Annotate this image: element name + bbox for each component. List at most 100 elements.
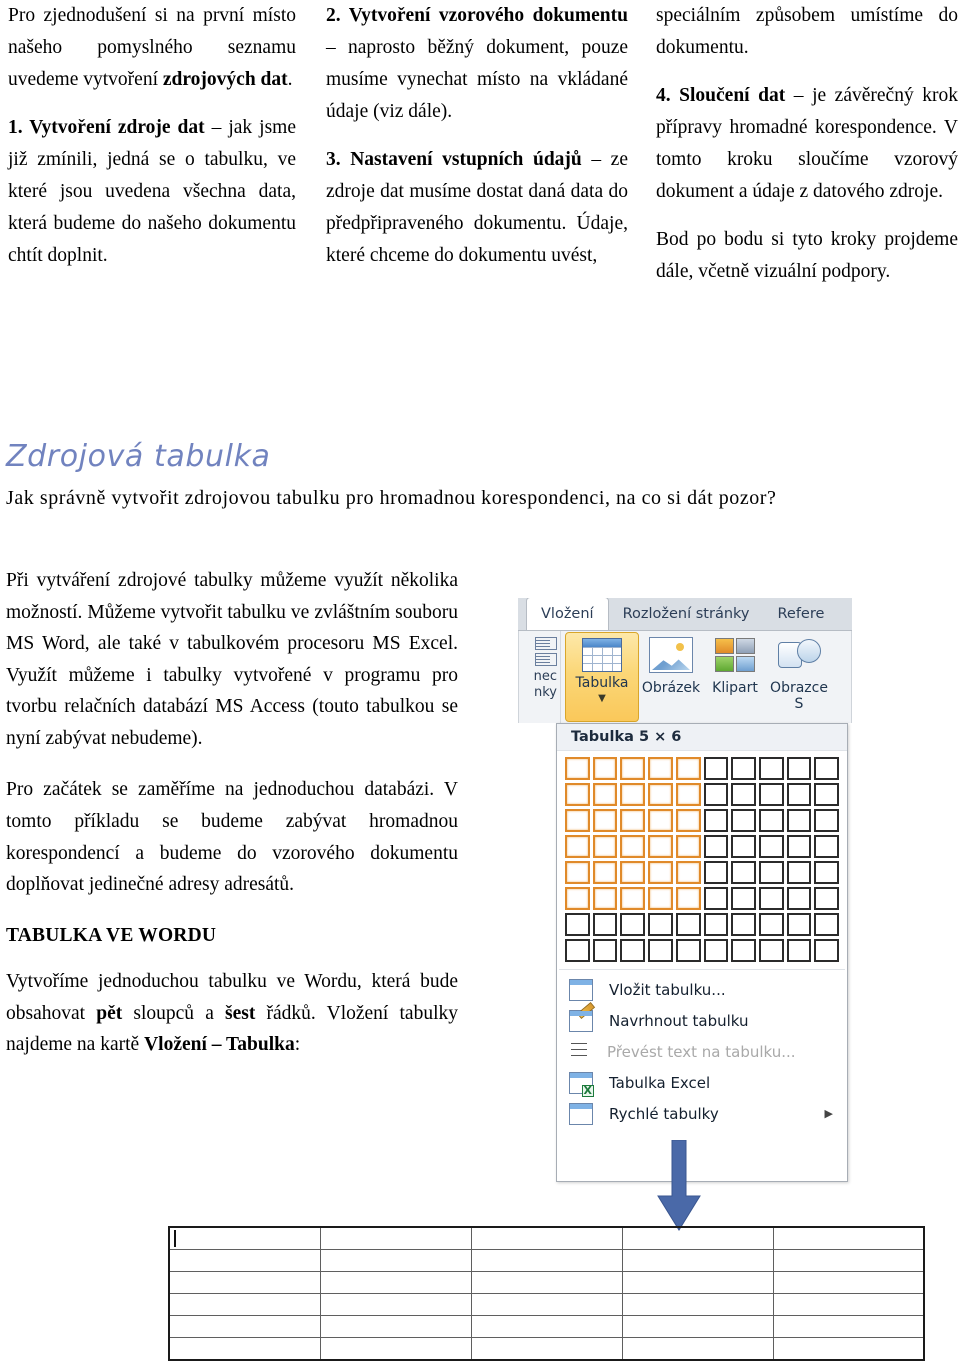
grid-cell-r5-c5[interactable] xyxy=(675,861,701,884)
grid-cell-r8-c2[interactable] xyxy=(592,939,618,962)
table-cell-r2-c2[interactable] xyxy=(319,1249,472,1272)
menu-item-5[interactable]: Rychlé tabulky ▶ xyxy=(557,1098,847,1129)
table-cell-r4-c3[interactable] xyxy=(470,1293,623,1316)
grid-cell-r5-c8[interactable] xyxy=(758,861,784,884)
ribbon-button-obrazce[interactable]: Obrazce S xyxy=(767,634,831,712)
table-cell-r6-c5[interactable] xyxy=(772,1337,925,1361)
grid-cell-r5-c7[interactable] xyxy=(731,861,756,884)
table-cell-r4-c2[interactable] xyxy=(319,1293,472,1316)
grid-cell-r4-c6[interactable] xyxy=(703,835,729,858)
grid-cell-r3-c5[interactable] xyxy=(675,809,701,832)
grid-cell-r2-c5[interactable] xyxy=(675,783,701,806)
grid-cell-r1-c8[interactable] xyxy=(758,757,784,780)
grid-cell-r5-c10[interactable] xyxy=(814,861,839,884)
grid-cell-r3-c6[interactable] xyxy=(703,809,729,832)
grid-cell-r6-c2[interactable] xyxy=(592,887,618,910)
grid-cell-r8-c5[interactable] xyxy=(675,939,701,962)
grid-cell-r7-c4[interactable] xyxy=(648,913,673,936)
table-cell-r6-c2[interactable] xyxy=(319,1337,472,1361)
grid-cell-r2-c8[interactable] xyxy=(758,783,784,806)
chevron-down-icon[interactable]: ▼ xyxy=(566,694,638,704)
table-cell-r2-c3[interactable] xyxy=(470,1249,623,1272)
grid-cell-r2-c10[interactable] xyxy=(814,783,839,806)
grid-cell-r6-c6[interactable] xyxy=(703,887,729,910)
ribbon-button-tabulka[interactable]: Tabulka ▼ xyxy=(565,632,639,722)
grid-cell-r1-c10[interactable] xyxy=(814,757,839,780)
grid-cell-r3-c10[interactable] xyxy=(814,809,839,832)
table-cell-r4-c4[interactable] xyxy=(621,1293,774,1316)
grid-cell-r8-c4[interactable] xyxy=(648,939,673,962)
grid-cell-r6-c3[interactable] xyxy=(620,887,646,910)
grid-cell-r8-c7[interactable] xyxy=(731,939,756,962)
grid-cell-r8-c8[interactable] xyxy=(758,939,784,962)
grid-cell-r1-c5[interactable] xyxy=(675,757,701,780)
table-cell-r4-c5[interactable] xyxy=(772,1293,925,1316)
grid-cell-r4-c1[interactable] xyxy=(565,835,590,858)
grid-cell-r7-c8[interactable] xyxy=(758,913,784,936)
grid-cell-r1-c6[interactable] xyxy=(703,757,729,780)
grid-cell-r2-c6[interactable] xyxy=(703,783,729,806)
grid-cell-r8-c1[interactable] xyxy=(565,939,590,962)
table-cell-r4-c1[interactable] xyxy=(168,1293,321,1316)
table-size-grid[interactable] xyxy=(557,751,847,969)
ribbon-button-klipart[interactable]: Klipart xyxy=(703,634,767,696)
grid-cell-r6-c1[interactable] xyxy=(565,887,590,910)
grid-cell-r5-c4[interactable] xyxy=(648,861,673,884)
table-cell-r2-c5[interactable] xyxy=(772,1249,925,1272)
grid-cell-r5-c2[interactable] xyxy=(592,861,618,884)
table-cell-r6-c4[interactable] xyxy=(621,1337,774,1361)
table-cell-r5-c4[interactable] xyxy=(621,1315,774,1338)
table-cell-r1-c1[interactable] xyxy=(168,1226,321,1250)
grid-cell-r4-c4[interactable] xyxy=(648,835,673,858)
grid-cell-r6-c4[interactable] xyxy=(648,887,673,910)
grid-cell-r4-c8[interactable] xyxy=(758,835,784,858)
grid-cell-r5-c9[interactable] xyxy=(786,861,812,884)
grid-cell-r7-c10[interactable] xyxy=(814,913,839,936)
grid-cell-r1-c1[interactable] xyxy=(565,757,590,780)
menu-item-4[interactable]: Tabulka Excel xyxy=(557,1067,847,1098)
table-cell-r3-c3[interactable] xyxy=(470,1271,623,1294)
grid-cell-r7-c2[interactable] xyxy=(592,913,618,936)
grid-cell-r3-c3[interactable] xyxy=(620,809,646,832)
grid-cell-r7-c3[interactable] xyxy=(620,913,646,936)
grid-cell-r4-c3[interactable] xyxy=(620,835,646,858)
grid-cell-r3-c9[interactable] xyxy=(786,809,812,832)
grid-cell-r1-c7[interactable] xyxy=(731,757,756,780)
grid-cell-r8-c6[interactable] xyxy=(703,939,729,962)
menu-item-2[interactable]: Navrhnout tabulku xyxy=(557,1005,847,1036)
grid-cell-r5-c3[interactable] xyxy=(620,861,646,884)
table-cell-r1-c2[interactable] xyxy=(319,1226,472,1250)
grid-cell-r2-c2[interactable] xyxy=(592,783,618,806)
grid-cell-r6-c9[interactable] xyxy=(786,887,812,910)
grid-cell-r3-c2[interactable] xyxy=(592,809,618,832)
grid-cell-r7-c9[interactable] xyxy=(786,913,812,936)
grid-cell-r5-c6[interactable] xyxy=(703,861,729,884)
grid-cell-r4-c10[interactable] xyxy=(814,835,839,858)
menu-item-1[interactable]: Vložit tabulku... xyxy=(557,974,847,1005)
grid-cell-r3-c1[interactable] xyxy=(565,809,590,832)
table-cell-r3-c2[interactable] xyxy=(319,1271,472,1294)
grid-cell-r2-c3[interactable] xyxy=(620,783,646,806)
grid-cell-r2-c7[interactable] xyxy=(731,783,756,806)
ribbon-tab-2[interactable]: Rozložení stránky xyxy=(609,598,764,630)
grid-cell-r7-c5[interactable] xyxy=(675,913,701,936)
grid-cell-r2-c4[interactable] xyxy=(648,783,673,806)
ribbon-tab-1[interactable]: Vložení xyxy=(526,598,609,630)
table-cell-r6-c1[interactable] xyxy=(168,1337,321,1361)
grid-cell-r6-c5[interactable] xyxy=(675,887,701,910)
table-cell-r5-c2[interactable] xyxy=(319,1315,472,1338)
grid-cell-r6-c7[interactable] xyxy=(731,887,756,910)
grid-cell-r6-c8[interactable] xyxy=(758,887,784,910)
grid-cell-r7-c6[interactable] xyxy=(703,913,729,936)
table-cell-r1-c3[interactable] xyxy=(470,1226,623,1250)
grid-cell-r7-c1[interactable] xyxy=(565,913,590,936)
grid-cell-r3-c8[interactable] xyxy=(758,809,784,832)
table-cell-r2-c4[interactable] xyxy=(621,1249,774,1272)
table-cell-r5-c5[interactable] xyxy=(772,1315,925,1338)
grid-cell-r3-c4[interactable] xyxy=(648,809,673,832)
grid-cell-r8-c10[interactable] xyxy=(814,939,839,962)
table-cell-r2-c1[interactable] xyxy=(168,1249,321,1272)
table-cell-r3-c4[interactable] xyxy=(621,1271,774,1294)
table-cell-r1-c4[interactable] xyxy=(621,1226,774,1250)
table-cell-r3-c5[interactable] xyxy=(772,1271,925,1294)
